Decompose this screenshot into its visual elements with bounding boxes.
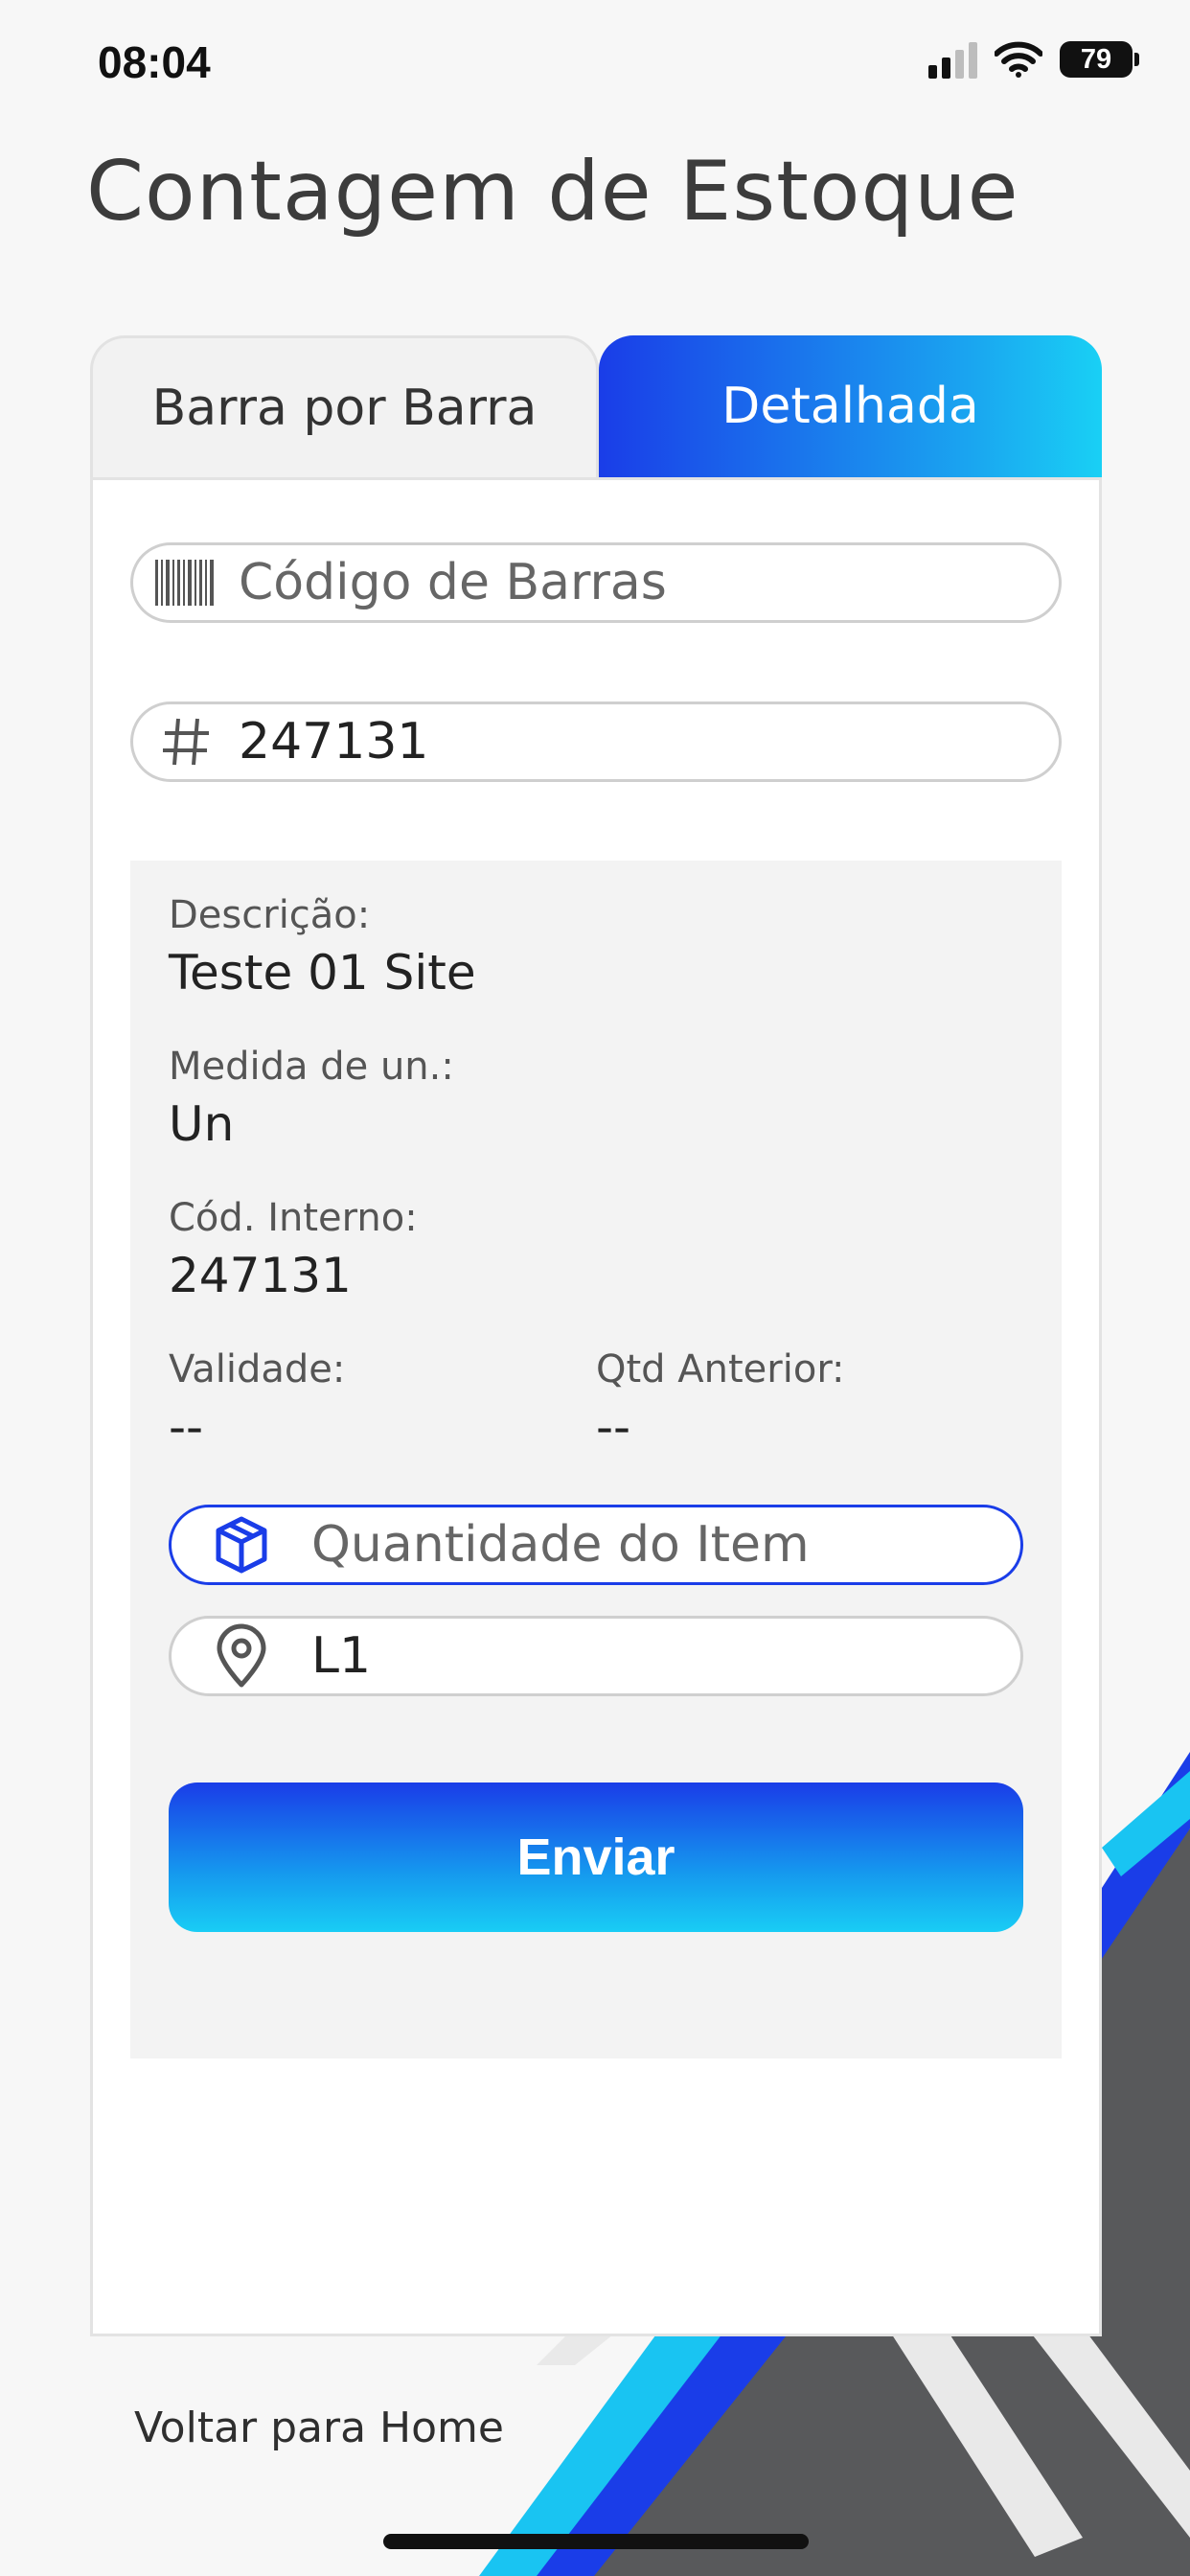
barcode-input[interactable]: Código de Barras — [130, 542, 1062, 623]
tab-detalhada[interactable]: Detalhada — [599, 335, 1102, 477]
description-label: Descrição: — [169, 893, 371, 937]
barcode-placeholder: Código de Barras — [239, 554, 667, 611]
status-icons: 79 — [928, 40, 1139, 79]
tab-barra-por-barra[interactable]: Barra por Barra — [90, 335, 599, 477]
validity-value: -- — [169, 1399, 204, 1455]
location-value: L1 — [311, 1627, 372, 1685]
barcode-icon — [133, 558, 239, 608]
location-pin-icon — [172, 1623, 311, 1689]
box-icon — [172, 1515, 311, 1575]
previous-qty-label: Qtd Anterior: — [596, 1347, 845, 1392]
back-to-home-link[interactable]: Voltar para Home — [134, 2404, 504, 2452]
battery-level: 79 — [1080, 43, 1112, 75]
battery-icon: 79 — [1060, 41, 1139, 78]
location-input[interactable]: L1 — [169, 1616, 1023, 1696]
home-indicator[interactable] — [383, 2534, 809, 2549]
page-title: Contagem de Estoque — [86, 144, 1019, 240]
cellular-signal-icon — [928, 40, 977, 79]
quantity-input[interactable]: Quantidade do Item — [169, 1505, 1023, 1585]
validity-label: Validade: — [169, 1347, 346, 1392]
code-input[interactable]: 247131 — [130, 702, 1062, 782]
wifi-icon — [995, 41, 1042, 78]
internal-code-value: 247131 — [169, 1248, 352, 1303]
code-value: 247131 — [239, 713, 429, 770]
unit-label: Medida de un.: — [169, 1045, 454, 1089]
unit-value: Un — [169, 1096, 235, 1152]
description-value: Teste 01 Site — [169, 945, 476, 1000]
quantity-placeholder: Quantidade do Item — [311, 1516, 810, 1574]
previous-qty-value: -- — [596, 1399, 631, 1455]
hash-icon — [133, 715, 239, 769]
send-button[interactable]: Enviar — [169, 1782, 1023, 1932]
tab-bar: Barra por Barra Detalhada — [90, 335, 1102, 477]
status-time: 08:04 — [98, 37, 211, 87]
internal-code-label: Cód. Interno: — [169, 1196, 418, 1240]
